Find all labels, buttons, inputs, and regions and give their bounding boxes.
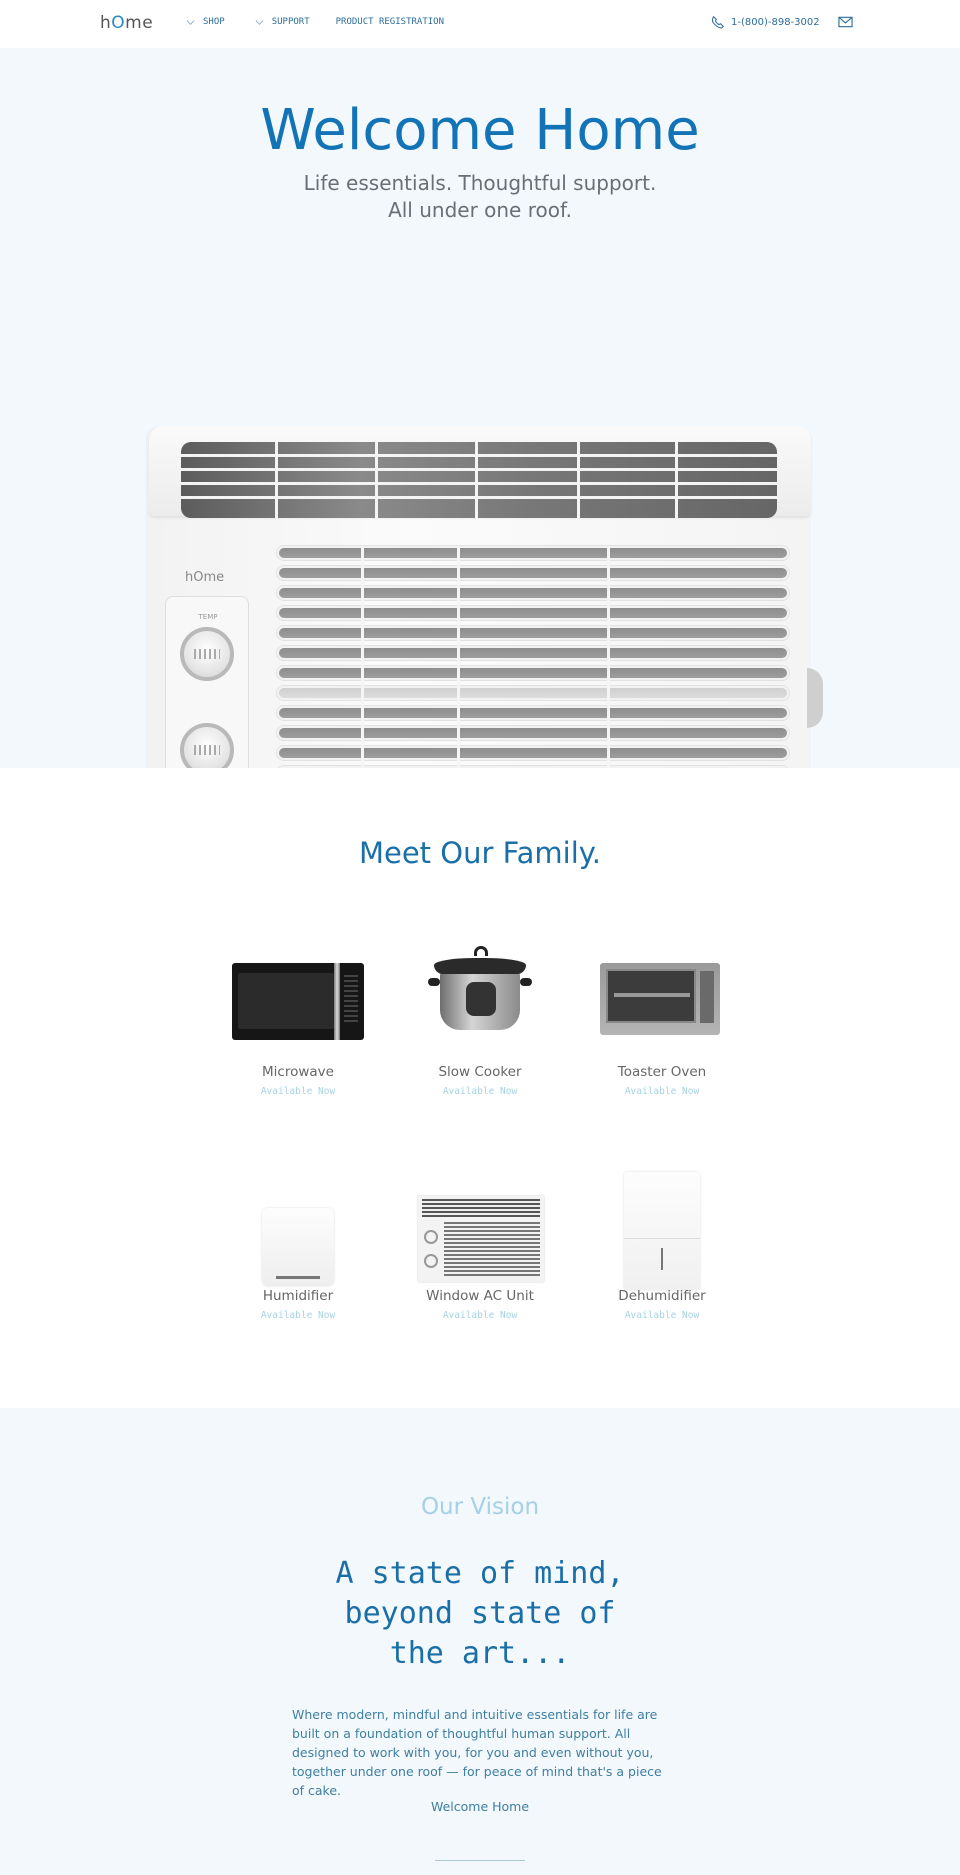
product-card-toaster-oven[interactable]: Toaster Oven Available Now — [572, 928, 752, 1097]
product-status: Available Now — [442, 1310, 518, 1321]
family-section: Meet Our Family. Microwave Available Now… — [0, 768, 960, 1408]
vision-heading: Our Vision — [420, 1494, 540, 1520]
ac-brand: hOme — [185, 570, 225, 585]
ac-side-knob — [807, 668, 823, 728]
hero-ac-image: hOme TEMP COOLING — [145, 378, 823, 768]
mode-knob — [180, 723, 234, 768]
dehumidifier-image — [572, 1168, 752, 1290]
nav-item-shop[interactable]: SHOP — [186, 17, 225, 27]
product-status: Available Now — [442, 1086, 518, 1097]
contact-area: 1-(800)-898-3002 — [711, 15, 853, 29]
temp-label: TEMP — [198, 613, 218, 621]
logo-o: O — [111, 13, 126, 33]
phone-icon — [711, 15, 724, 29]
slow-cooker-image — [390, 928, 570, 1048]
ac-top-vent — [181, 442, 777, 518]
vision-section: Our Vision A state of mind, beyond state… — [0, 1408, 960, 1875]
phone-number: 1-(800)-898-3002 — [731, 16, 820, 28]
mail-icon[interactable] — [838, 16, 853, 28]
vision-body: Where modern, mindful and intuitive esse… — [292, 1707, 662, 1798]
top-nav: hOme SHOP SUPPORT PRODUCT REGISTRATION 1… — [0, 0, 960, 48]
hero-tagline: Life essentials. Thoughtful support. All… — [0, 170, 960, 224]
ac-control-panel: TEMP COOLING — [165, 596, 249, 768]
product-name: Microwave — [262, 1064, 334, 1080]
product-name: Window AC Unit — [426, 1288, 534, 1304]
grille-slat — [277, 666, 789, 680]
product-status: Available Now — [260, 1086, 336, 1097]
grille-slat — [277, 626, 789, 640]
temp-knob — [180, 627, 234, 681]
grille-slat — [277, 586, 789, 600]
product-card-window-ac[interactable]: Window AC Unit Available Now — [390, 1168, 570, 1321]
grille-slat — [277, 726, 789, 740]
nav-item-product-registration[interactable]: PRODUCT REGISTRATION — [336, 17, 444, 27]
phone-link[interactable]: 1-(800)-898-3002 — [711, 15, 820, 29]
quote-line: the art... — [389, 1636, 571, 1671]
vision-quote: A state of mind, beyond state of the art… — [0, 1554, 960, 1674]
grille-slat — [277, 566, 789, 580]
hero-title: Welcome Home — [260, 98, 700, 163]
product-card-slow-cooker[interactable]: Slow Cooker Available Now — [390, 928, 570, 1097]
toaster-oven-image — [572, 928, 752, 1048]
grille-slat — [277, 706, 789, 720]
microwave-image — [208, 928, 388, 1048]
humidifier-image — [208, 1168, 388, 1288]
product-card-dehumidifier[interactable]: Dehumidifier Available Now — [572, 1168, 752, 1321]
product-status: Available Now — [260, 1310, 336, 1321]
logo[interactable]: hOme — [100, 13, 153, 33]
ac-grille — [277, 546, 789, 768]
grille-slat — [277, 606, 789, 620]
hero-section: Welcome Home Life essentials. Thoughtful… — [0, 48, 960, 768]
product-name: Dehumidifier — [618, 1288, 706, 1304]
family-title: Meet Our Family. — [358, 836, 602, 870]
product-card-humidifier[interactable]: Humidifier Available Now — [208, 1168, 388, 1321]
chevron-down-icon — [255, 19, 264, 25]
window-ac-image — [390, 1168, 570, 1288]
logo-text: h — [100, 13, 112, 33]
divider — [435, 1860, 525, 1861]
grille-divider — [607, 546, 610, 768]
product-status: Available Now — [624, 1086, 700, 1097]
quote-line: A state of mind, — [335, 1556, 625, 1591]
product-status: Available Now — [624, 1310, 700, 1321]
grille-slat — [277, 646, 789, 660]
nav-item-label: PRODUCT REGISTRATION — [335, 17, 444, 27]
nav-item-label: SUPPORT — [271, 17, 310, 27]
product-card-microwave[interactable]: Microwave Available Now — [208, 928, 388, 1097]
quote-line: beyond state of — [344, 1596, 616, 1631]
logo-text: me — [125, 13, 154, 33]
grille-slat — [277, 686, 789, 700]
nav-links: SHOP SUPPORT PRODUCT REGISTRATION — [186, 17, 444, 27]
tagline-line: All under one roof. — [388, 198, 572, 222]
grille-slat — [277, 746, 789, 760]
grille-slat — [277, 546, 789, 560]
chevron-down-icon — [186, 19, 195, 25]
product-name: Humidifier — [262, 1288, 334, 1304]
product-name: Slow Cooker — [438, 1064, 522, 1080]
nav-item-support[interactable]: SUPPORT — [255, 17, 310, 27]
grille-divider — [361, 546, 364, 768]
nav-item-label: SHOP — [203, 17, 225, 27]
grille-divider — [457, 546, 460, 768]
vision-signature: Welcome Home — [430, 1799, 530, 1814]
product-name: Toaster Oven — [617, 1064, 707, 1080]
tagline-line: Life essentials. Thoughtful support. — [303, 171, 657, 195]
